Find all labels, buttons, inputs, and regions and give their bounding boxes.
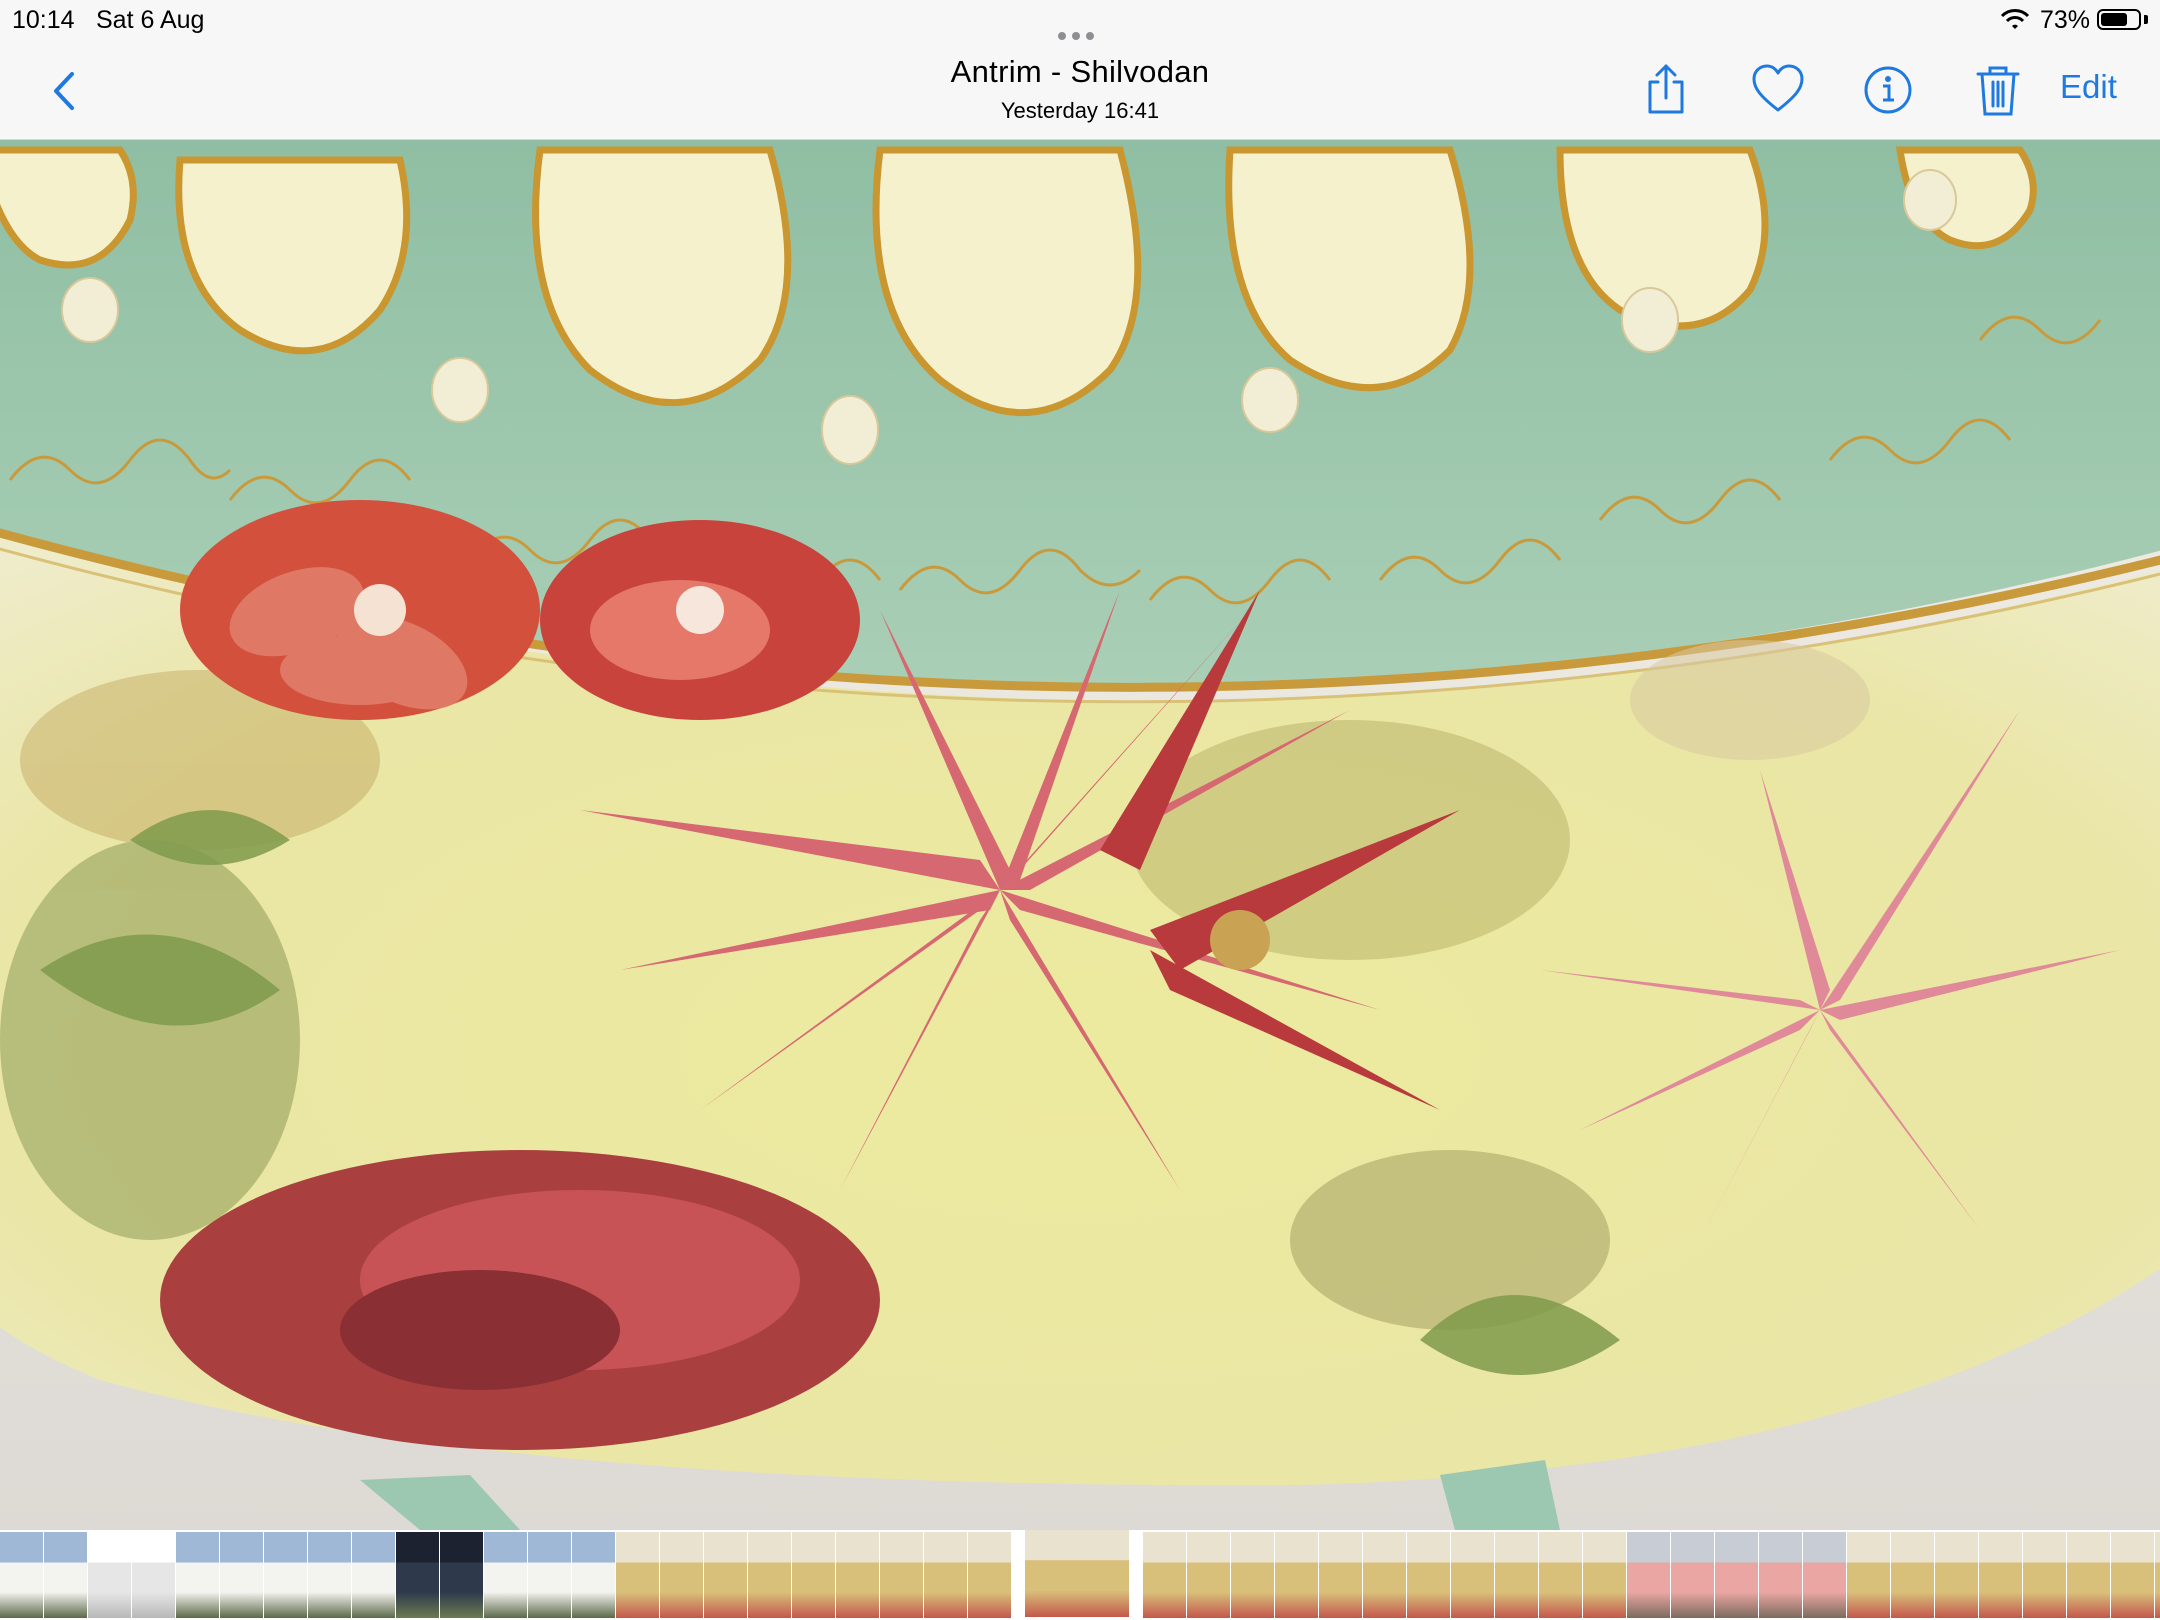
delete-button[interactable] [1970, 62, 2026, 118]
filmstrip-thumbnail[interactable] [0, 1532, 43, 1618]
share-button[interactable] [1638, 62, 1694, 118]
filmstrip-thumbnail[interactable] [1363, 1532, 1406, 1618]
info-icon [1864, 66, 1912, 114]
edit-button[interactable]: Edit [2060, 68, 2117, 106]
porcelain-bowl-photo [0, 140, 2160, 1530]
heart-icon [1752, 64, 1804, 112]
status-bar: 10:14 Sat 6 Aug 73% [0, 0, 2160, 42]
photo-view[interactable] [0, 140, 2160, 1530]
filmstrip-thumbnail[interactable] [1231, 1532, 1274, 1618]
photo-timestamp: Yesterday 16:41 [1000, 98, 1160, 123]
filmstrip-thumbnail[interactable] [1583, 1532, 1626, 1618]
filmstrip-thumbnail[interactable] [484, 1532, 527, 1618]
multitask-dots-icon[interactable] [1058, 18, 1102, 40]
status-date: Sat 6 Aug [96, 6, 205, 34]
filmstrip-thumbnail[interactable] [352, 1532, 395, 1618]
chrysanthemum-center-top [540, 520, 860, 720]
chevron-left-icon [54, 72, 74, 110]
filmstrip-thumbnail[interactable] [880, 1532, 923, 1618]
filmstrip-thumbnail[interactable] [1979, 1532, 2022, 1618]
filmstrip-thumbnail[interactable] [220, 1532, 263, 1618]
filmstrip-thumbnail[interactable] [176, 1532, 219, 1618]
back-button[interactable] [44, 66, 84, 116]
filmstrip[interactable] [0, 1530, 2160, 1620]
battery-icon [2097, 9, 2141, 30]
filmstrip-thumbnail[interactable] [88, 1532, 131, 1618]
info-button[interactable] [1860, 62, 1916, 118]
filmstrip-thumbnail[interactable] [1715, 1532, 1758, 1618]
filmstrip-thumbnail[interactable] [528, 1532, 571, 1618]
filmstrip-thumbnail[interactable] [264, 1532, 307, 1618]
filmstrip-thumbnail[interactable] [616, 1532, 659, 1618]
filmstrip-thumbnail[interactable] [2067, 1532, 2110, 1618]
filmstrip-thumbnail[interactable] [1275, 1532, 1318, 1618]
nav-bar: Antrim - Shilvodan Yesterday 16:41 Edit [0, 42, 2160, 140]
filmstrip-thumbnail[interactable] [396, 1532, 439, 1618]
filmstrip-thumbnail[interactable] [2023, 1532, 2066, 1618]
favorite-button[interactable] [1750, 62, 1806, 118]
filmstrip-thumbnail[interactable] [792, 1532, 835, 1618]
filmstrip-thumbnail[interactable] [440, 1532, 483, 1618]
filmstrip-thumbnail[interactable] [1539, 1532, 1582, 1618]
filmstrip-thumbnail[interactable] [1451, 1532, 1494, 1618]
filmstrip-thumbnail[interactable] [572, 1532, 615, 1618]
filmstrip-thumbnail-selected[interactable] [1022, 1530, 1132, 1620]
filmstrip-thumbnail[interactable] [1495, 1532, 1538, 1618]
title-block: Antrim - Shilvodan Yesterday 16:41 [780, 54, 1380, 124]
filmstrip-thumbnail[interactable] [836, 1532, 879, 1618]
filmstrip-thumbnail[interactable] [924, 1532, 967, 1618]
filmstrip-thumbnail[interactable] [1891, 1532, 1934, 1618]
battery-level-fill [2101, 13, 2128, 26]
filmstrip-thumbnail[interactable] [1407, 1532, 1450, 1618]
battery-percentage: 73% [2040, 6, 2091, 34]
battery-nub [2144, 15, 2148, 24]
filmstrip-thumbnail[interactable] [1847, 1532, 1890, 1618]
wifi-icon [2000, 9, 2030, 29]
filmstrip-thumbnail[interactable] [1143, 1532, 1186, 1618]
filmstrip-thumbnail[interactable] [1935, 1532, 1978, 1618]
filmstrip-thumbnail[interactable] [704, 1532, 747, 1618]
trash-icon [1976, 66, 2020, 116]
filmstrip-thumbnail[interactable] [1319, 1532, 1362, 1618]
filmstrip-thumbnail[interactable] [1627, 1532, 1670, 1618]
filmstrip-thumbnail[interactable] [132, 1532, 175, 1618]
filmstrip-thumbnail[interactable] [44, 1532, 87, 1618]
filmstrip-thumbnail[interactable] [1759, 1532, 1802, 1618]
chrysanthemum-lower-dark [160, 1150, 880, 1450]
filmstrip-thumbnail[interactable] [2111, 1532, 2154, 1618]
filmstrip-thumbnail[interactable] [1803, 1532, 1846, 1618]
filmstrip-thumbnail[interactable] [1671, 1532, 1714, 1618]
status-time: 10:14 [12, 6, 75, 34]
photo-title: Antrim - Shilvodan [950, 54, 1210, 89]
filmstrip-thumbnail[interactable] [968, 1532, 1011, 1618]
share-icon [1648, 64, 1684, 114]
filmstrip-thumbnail[interactable] [1187, 1532, 1230, 1618]
filmstrip-thumbnail[interactable] [748, 1532, 791, 1618]
filmstrip-thumbnail[interactable] [2155, 1532, 2160, 1618]
filmstrip-thumbnail[interactable] [660, 1532, 703, 1618]
filmstrip-thumbnail[interactable] [308, 1532, 351, 1618]
